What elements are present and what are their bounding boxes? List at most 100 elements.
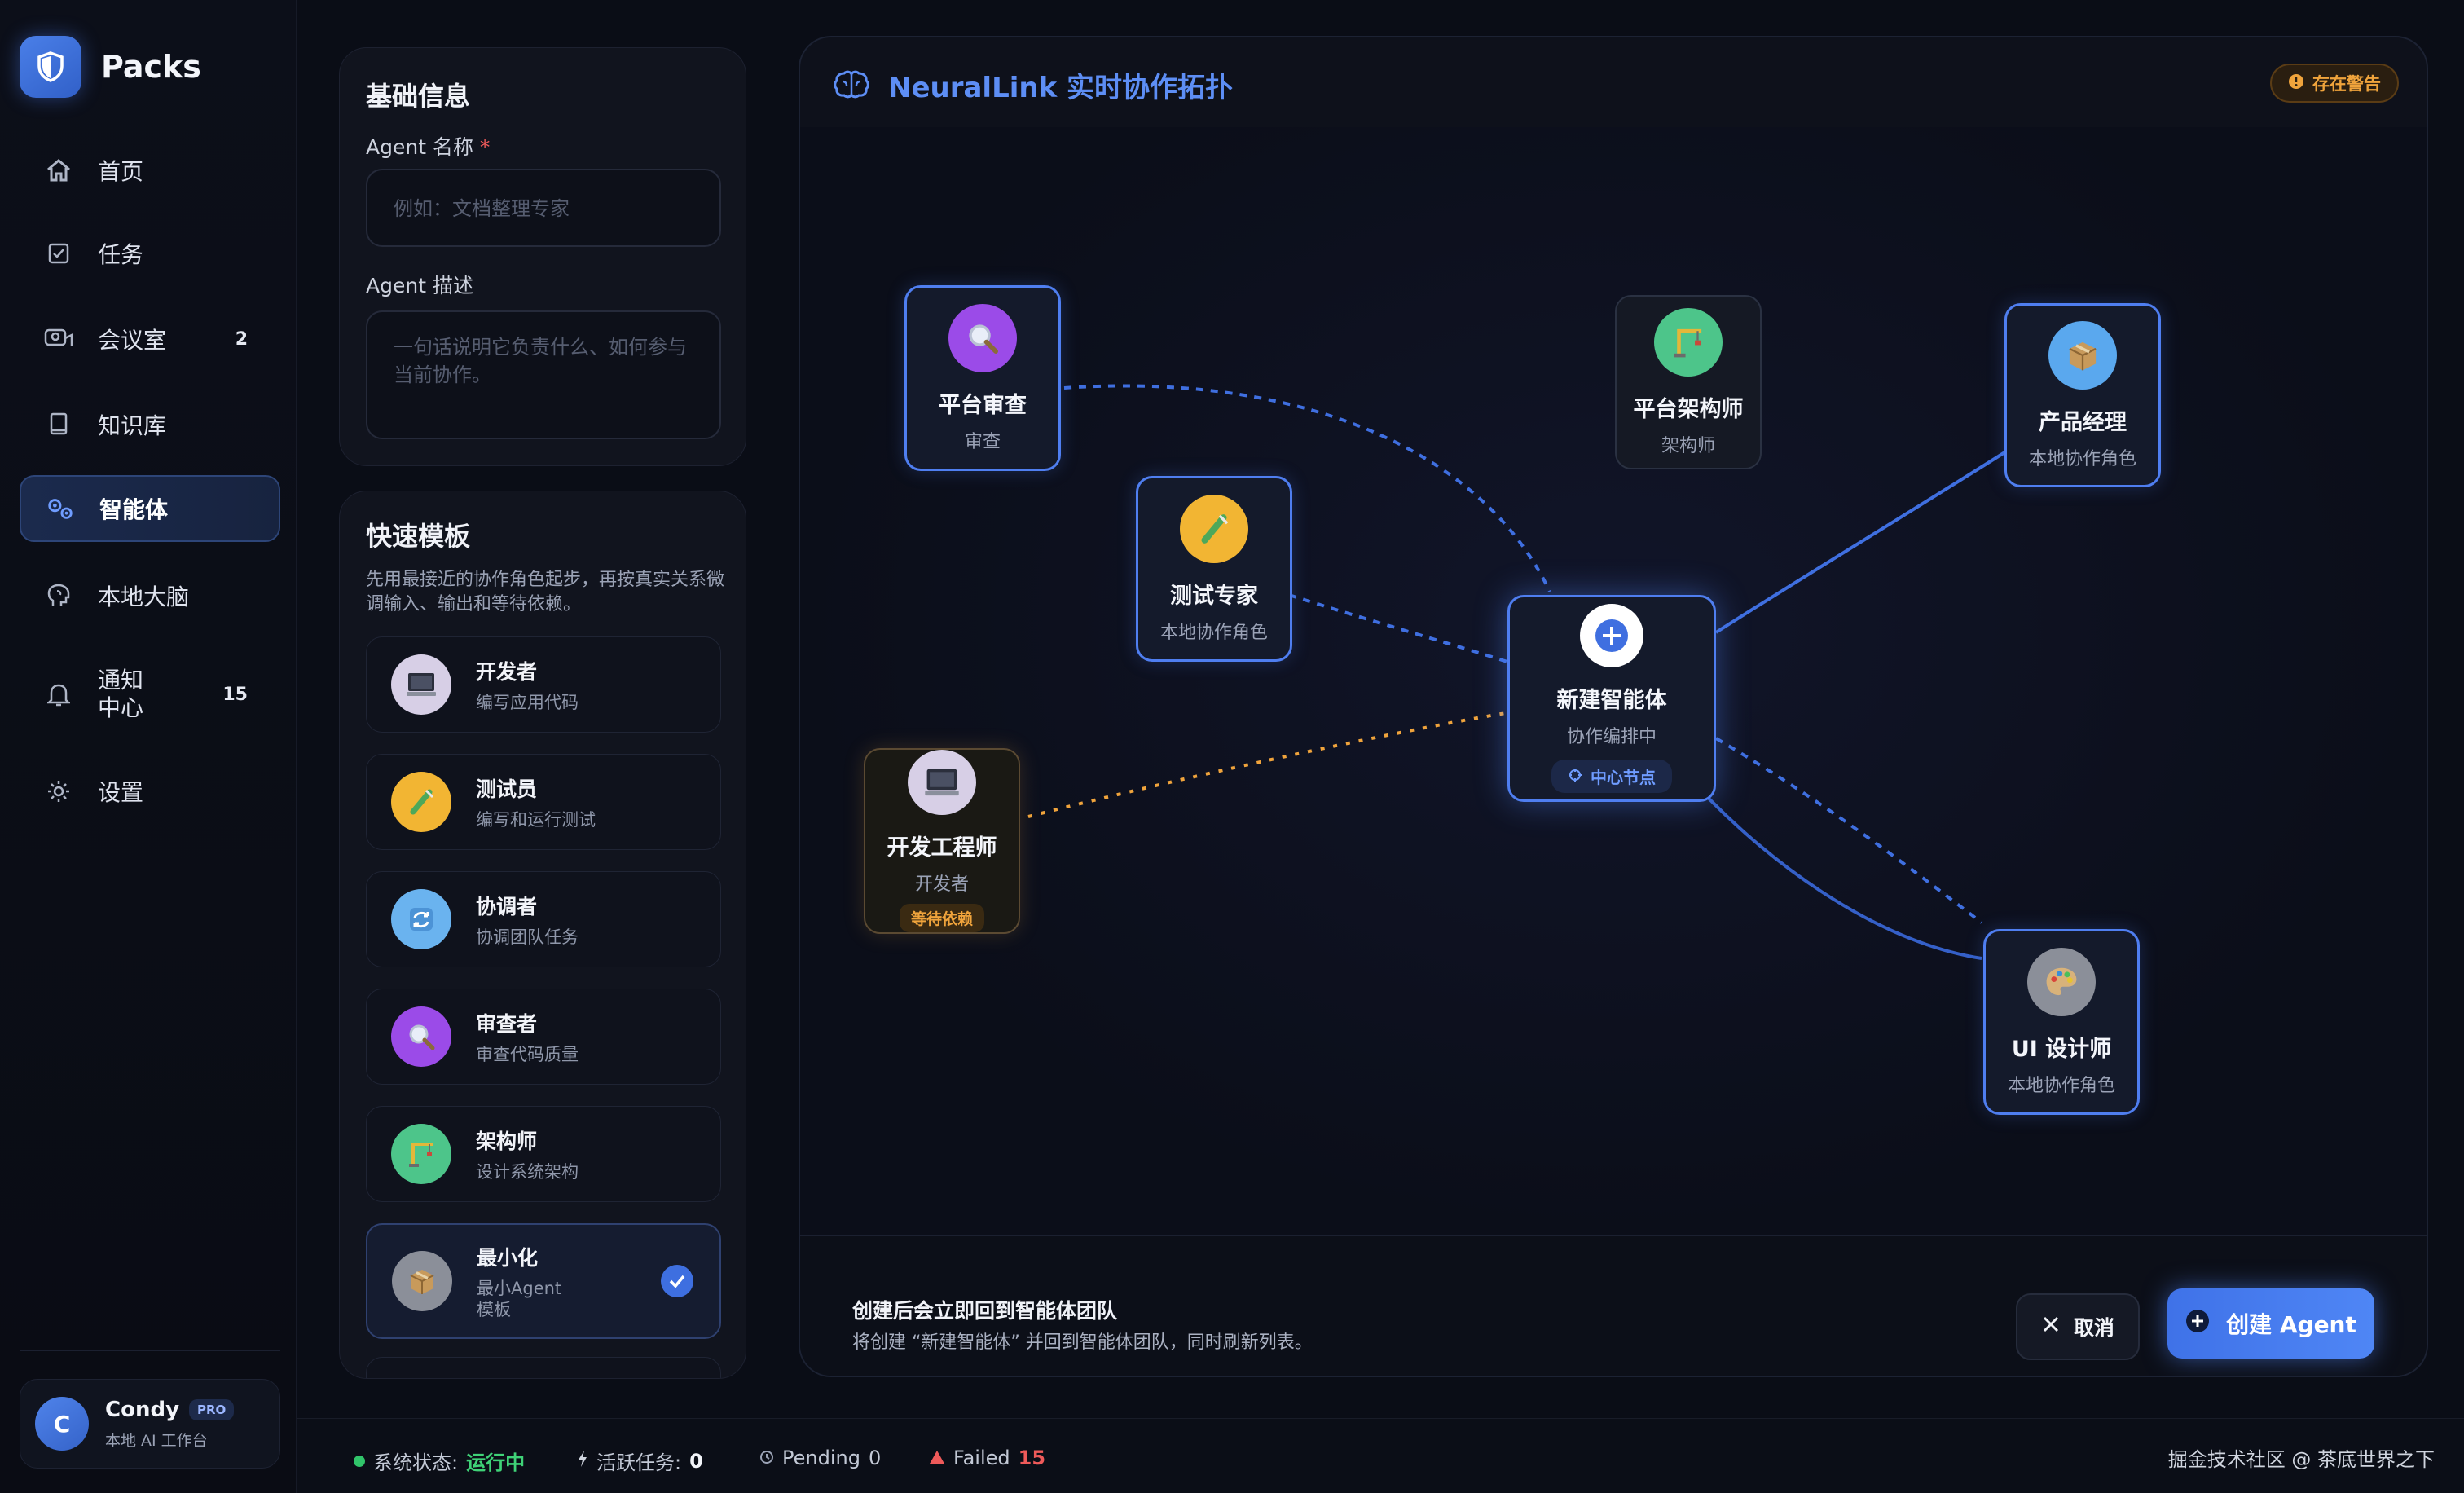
nav-label-notifications: 通知 中心	[98, 667, 143, 722]
node-new-agent-center[interactable]: 新建智能体 协作编排中 中心节点	[1507, 595, 1716, 802]
active-tasks-value: 0	[689, 1449, 703, 1473]
node-subtitle: 架构师	[1661, 435, 1715, 456]
system-status: 系统状态: 运行中	[354, 1447, 525, 1475]
agent-desc-label: Agent 描述	[366, 274, 473, 297]
template-subtitle: 审查代码质量	[476, 1045, 579, 1064]
nav-item-home[interactable]: 首页	[20, 137, 280, 204]
agent-name-input[interactable]: 例如：文档整理专家	[366, 169, 721, 247]
shield-logo-icon[interactable]	[20, 36, 81, 98]
node-dev-engineer[interactable]: 开发工程师 开发者 等待依赖	[864, 748, 1020, 934]
topology-title: NeuralLink 实时协作拓扑	[888, 72, 1234, 104]
link-tester-center	[1288, 593, 1518, 667]
magnifier-icon	[948, 303, 1017, 372]
create-agent-label: 创建 Agent	[2226, 1311, 2356, 1338]
failed-value: 15	[1018, 1447, 1046, 1469]
waiting-dependency-tag: 等待依赖	[899, 904, 984, 932]
cancel-button[interactable]: 取消	[2016, 1293, 2140, 1360]
gear-icon	[44, 777, 73, 806]
status-dot	[354, 1455, 365, 1467]
user-info: Condy PRO 本地 AI 工作台	[105, 1397, 235, 1451]
node-title: 测试专家	[1170, 583, 1258, 609]
clock-icon	[759, 1447, 774, 1469]
node-title: 开发工程师	[887, 835, 997, 861]
quick-templates-panel: 快速模板 先用最接近的协作角色起步，再按真实关系微调输入、输出和等待依赖。 开发…	[339, 491, 746, 1379]
warning-badge[interactable]: 存在警告	[2270, 64, 2399, 103]
template-reviewer[interactable]: 审查者 审查代码质量	[366, 989, 721, 1085]
nav-item-meeting[interactable]: 会议室 2	[20, 306, 280, 372]
required-mark: *	[479, 135, 491, 159]
nav-item-agents[interactable]: 智能体	[20, 475, 280, 542]
meeting-count-badge: 2	[235, 328, 248, 350]
meeting-icon	[44, 324, 73, 354]
template-reviewer-text: 审查者 审查代码质量	[476, 1008, 579, 1065]
template-minimal[interactable]: 最小化 最小Agent 模板	[366, 1223, 721, 1339]
template-subtitle: 编写和运行测试	[476, 810, 596, 830]
computer-icon	[908, 750, 976, 815]
basic-info-title: 基础信息	[366, 81, 471, 112]
node-title: 平台架构师	[1633, 396, 1744, 422]
agent-desc-input[interactable]: 一句话说明它负责什么、如何参与当前协作。	[366, 310, 721, 439]
checkbox-icon	[44, 239, 73, 268]
brand: Packs	[20, 36, 201, 98]
template-title: 最小化	[477, 1246, 539, 1270]
template-developer[interactable]: 开发者 编写应用代码	[366, 636, 721, 733]
link-dev-center	[1027, 711, 1511, 818]
node-platform-architect[interactable]: 平台架构师 架构师	[1615, 295, 1762, 469]
palette-icon	[2027, 947, 2096, 1016]
node-title: 产品经理	[2039, 409, 2127, 435]
nav-label-agents: 智能体	[99, 496, 169, 523]
node-subtitle: 本地协作角色	[2028, 448, 2136, 469]
node-subtitle: 协作编排中	[1566, 727, 1657, 747]
brain-icon	[44, 581, 73, 610]
footer-subtitle: 将创建 “新建智能体” 并回到智能体团队，同时刷新列表。	[852, 1332, 1313, 1353]
warning-text: 存在警告	[2312, 74, 2381, 94]
template-title: 开发者	[476, 660, 538, 684]
template-coordinator[interactable]: 协调者 协调团队任务	[366, 871, 721, 967]
active-tasks-label: 活跃任务:	[596, 1451, 682, 1474]
template-title: 审查者	[476, 1012, 538, 1036]
nav-item-knowledge[interactable]: 知识库	[20, 391, 280, 458]
node-ui-designer[interactable]: UI 设计师 本地协作角色	[1983, 929, 2140, 1115]
template-subtitle: 设计系统架构	[476, 1162, 579, 1182]
pending-value: 0	[868, 1447, 882, 1469]
plus-icon	[1580, 604, 1643, 667]
selected-check-icon	[661, 1265, 693, 1297]
node-platform-review[interactable]: 平台审查 审查	[904, 285, 1061, 471]
node-title: UI 设计师	[2011, 1036, 2112, 1062]
avatar: C	[35, 1397, 89, 1451]
node-test-expert[interactable]: 测试专家 本地协作角色	[1136, 476, 1292, 662]
template-subtitle-line2: 模板	[477, 1300, 511, 1319]
close-icon	[2041, 1315, 2061, 1339]
active-tasks: 活跃任务: 0	[577, 1447, 703, 1475]
node-subtitle: 本地协作角色	[1159, 622, 1268, 643]
template-tester[interactable]: 测试员 编写和运行测试	[366, 754, 721, 850]
template-developer-text: 开发者 编写应用代码	[476, 656, 579, 713]
nav-item-settings[interactable]: 设置	[20, 758, 280, 825]
node-subtitle: 本地协作角色	[2007, 1075, 2115, 1096]
center-node-tag: 中心节点	[1551, 760, 1672, 793]
user-subtitle: 本地 AI 工作台	[105, 1431, 208, 1450]
nav-item-notifications[interactable]: 通知 中心 15	[20, 652, 280, 737]
book-icon	[44, 410, 73, 439]
template-tester-text: 测试员 编写和运行测试	[476, 773, 596, 830]
nav-label-meeting: 会议室	[98, 327, 167, 354]
home-icon	[44, 156, 73, 185]
pro-badge: PRO	[189, 1398, 235, 1420]
nav-label-home: 首页	[98, 158, 144, 185]
node-product-manager[interactable]: 产品经理 本地协作角色	[2004, 303, 2161, 487]
warning-triangle-icon	[929, 1447, 945, 1469]
package-icon	[2048, 320, 2117, 390]
test-tube-icon	[1180, 494, 1248, 563]
topology-panel: NeuralLink 实时协作拓扑 存在警告 平台审查 审查 平台架构师 架构师…	[799, 36, 2428, 1377]
target-icon	[1568, 767, 1582, 786]
user-card[interactable]: C Condy PRO 本地 AI 工作台	[20, 1379, 280, 1469]
link-center-ui-solid	[1679, 766, 1982, 960]
create-agent-button[interactable]: 创建 Agent	[2167, 1288, 2374, 1359]
nav-item-tasks[interactable]: 任务	[20, 220, 280, 287]
nav-item-local-brain[interactable]: 本地大脑	[20, 562, 280, 629]
node-title: 平台审查	[939, 392, 1027, 418]
user-name: Condy	[105, 1397, 180, 1422]
template-next-partial[interactable]	[366, 1357, 721, 1378]
template-architect[interactable]: 架构师 设计系统架构	[366, 1106, 721, 1202]
nav-label-tasks: 任务	[98, 241, 144, 268]
